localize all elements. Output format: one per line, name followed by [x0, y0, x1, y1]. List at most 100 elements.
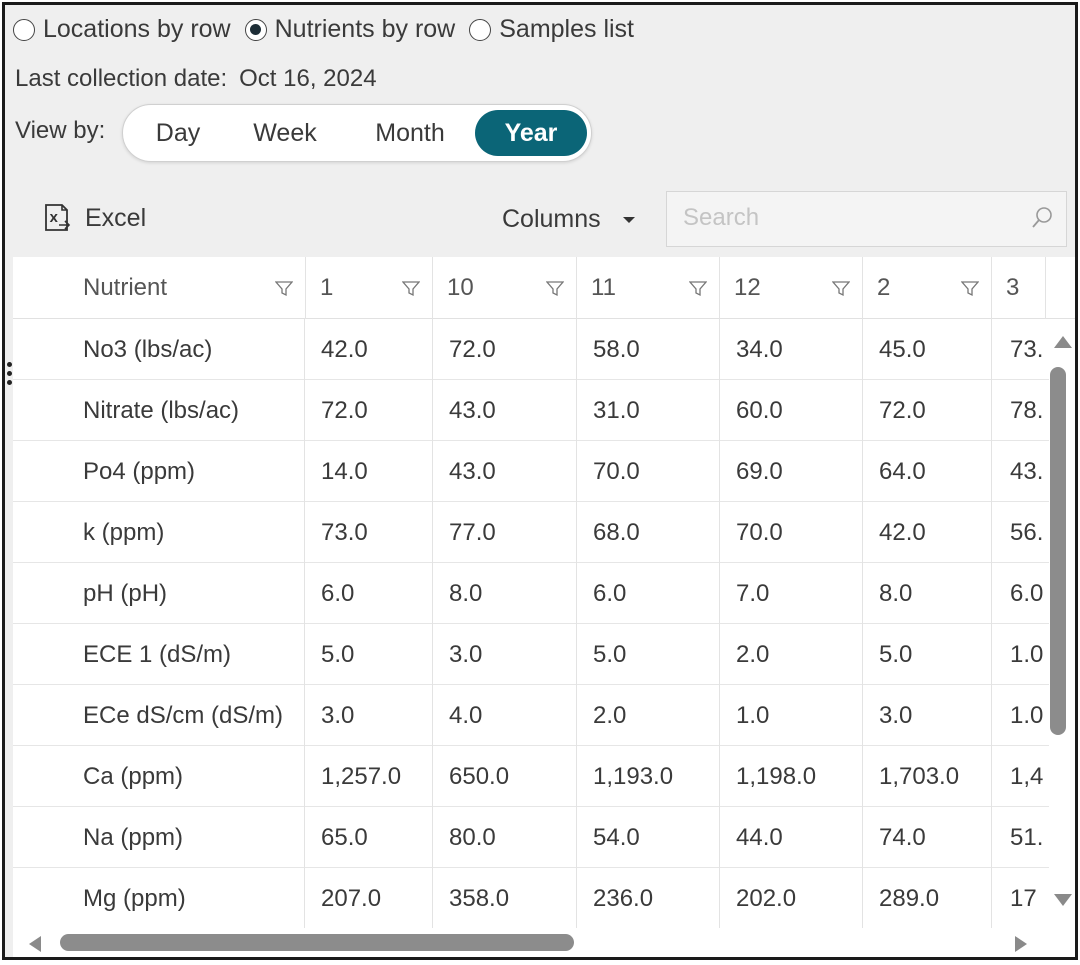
value-cell: 236.0: [577, 868, 720, 929]
radio-label: Nutrients by row: [274, 15, 456, 43]
vertical-scrollbar[interactable]: [1049, 332, 1075, 910]
value-cell: 5.0: [577, 624, 720, 685]
table-row[interactable]: Ca (ppm) 1,257.0 650.0 1,193.0 1,198.0 1,703.…: [13, 746, 1053, 807]
value-cell: 43.0: [433, 441, 577, 502]
row-selector-cell[interactable]: [13, 319, 69, 380]
scroll-down-icon[interactable]: [1054, 894, 1072, 906]
filter-icon[interactable]: [961, 281, 979, 297]
radio-nutrients-by-row[interactable]: Nutrients by row: [244, 15, 456, 44]
row-selector-cell[interactable]: [13, 807, 69, 868]
search-input[interactable]: [667, 192, 1007, 244]
table-row[interactable]: No3 (lbs/ac) 42.0 72.0 58.0 34.0 45.0 73.: [13, 319, 1053, 380]
column-header-3[interactable]: 3: [992, 257, 1046, 319]
view-by-day-button[interactable]: Day: [133, 110, 223, 156]
value-cell: 1.0: [1010, 702, 1044, 729]
value-cell: 6.0: [305, 563, 433, 624]
value-cell: 70.0: [720, 502, 863, 563]
filter-icon[interactable]: [546, 281, 564, 297]
value-cell: 5.0: [305, 624, 433, 685]
filter-icon[interactable]: [689, 281, 707, 297]
column-header-label: 10: [447, 274, 474, 301]
last-collection-value: Oct 16, 2024: [239, 65, 377, 92]
value-cell: 202.0: [720, 868, 863, 929]
view-by-year-button[interactable]: Year: [475, 110, 587, 156]
value-cell: 14.0: [305, 441, 433, 502]
view-mode-radio-group: Locations by row Nutrients by row Sample…: [13, 15, 648, 44]
radio-label: Samples list: [499, 15, 634, 43]
scroll-right-icon[interactable]: [1015, 936, 1027, 952]
value-cell: 58.0: [577, 319, 720, 380]
value-cell: 4.0: [433, 685, 577, 746]
column-header-label: 2: [877, 274, 891, 301]
row-selector-cell[interactable]: [13, 868, 69, 929]
radio-label: Locations by row: [43, 15, 231, 43]
value-cell: 6.0: [577, 563, 720, 624]
table-row[interactable]: pH (pH) 6.0 8.0 6.0 7.0 8.0 6.0: [13, 563, 1053, 624]
search-box: [666, 191, 1067, 247]
value-cell: 43.0: [433, 380, 577, 441]
value-cell: 3.0: [863, 685, 992, 746]
nutrient-name-cell: Mg (ppm): [69, 868, 305, 929]
search-icon[interactable]: [1030, 206, 1054, 230]
filter-icon[interactable]: [402, 281, 420, 297]
value-cell: 650.0: [433, 746, 577, 807]
value-cell: 31.0: [577, 380, 720, 441]
row-selector-cell[interactable]: [13, 380, 69, 441]
vertical-scroll-thumb[interactable]: [1050, 367, 1066, 735]
filter-icon[interactable]: [832, 281, 850, 297]
column-header-label: 3: [1006, 274, 1020, 301]
scroll-left-icon[interactable]: [29, 936, 41, 952]
radio-samples-list[interactable]: Samples list: [469, 15, 634, 44]
row-selector-cell[interactable]: [13, 685, 69, 746]
column-header-2[interactable]: 2: [863, 257, 992, 319]
radio-locations-by-row[interactable]: Locations by row: [13, 15, 231, 44]
column-header-nutrient[interactable]: Nutrient: [69, 257, 305, 319]
column-header-10[interactable]: 10: [433, 257, 577, 319]
nutrient-name-cell: No3 (lbs/ac): [69, 319, 305, 380]
radio-button[interactable]: [469, 18, 492, 41]
radio-button[interactable]: [13, 18, 35, 41]
row-selector-header: [13, 257, 69, 319]
value-cell: 80.0: [433, 807, 577, 868]
column-header-1[interactable]: 1: [305, 257, 433, 319]
table-row[interactable]: ECE 1 (dS/m) 5.0 3.0 5.0 2.0 5.0 1.0: [13, 624, 1053, 685]
value-cell: 73.: [1010, 336, 1044, 363]
table-row[interactable]: Na (ppm) 65.0 80.0 54.0 44.0 74.0 51.: [13, 807, 1053, 868]
value-cell: 3.0: [305, 685, 433, 746]
row-selector-cell[interactable]: [13, 502, 69, 563]
value-cell: 72.0: [863, 380, 992, 441]
excel-label: Excel: [85, 203, 147, 232]
column-header-12[interactable]: 12: [720, 257, 863, 319]
table-row[interactable]: ECe dS/cm (dS/m) 3.0 4.0 2.0 1.0 3.0 1.0: [13, 685, 1053, 746]
value-cell: 8.0: [433, 563, 577, 624]
value-cell: 1,4: [1010, 763, 1044, 790]
value-cell: 74.0: [863, 807, 992, 868]
value-cell: 1.0: [1010, 641, 1044, 668]
scroll-up-icon[interactable]: [1054, 336, 1072, 348]
horizontal-scroll-thumb[interactable]: [60, 934, 574, 951]
table-row[interactable]: Mg (ppm) 207.0 358.0 236.0 202.0 289.0 17: [13, 868, 1053, 929]
radio-button-selected[interactable]: [244, 18, 267, 41]
value-cell: 17: [1010, 885, 1037, 912]
nutrient-name-cell: Ca (ppm): [69, 746, 305, 807]
columns-dropdown[interactable]: Columns: [502, 205, 635, 234]
resize-handle-icon[interactable]: [7, 362, 13, 389]
excel-export-button[interactable]: X Excel: [43, 203, 146, 233]
row-selector-cell[interactable]: [13, 746, 69, 807]
value-cell: 2.0: [577, 685, 720, 746]
table-row[interactable]: Po4 (ppm) 14.0 43.0 70.0 69.0 64.0 43.: [13, 441, 1053, 502]
horizontal-scrollbar[interactable]: [13, 928, 1075, 957]
filter-icon[interactable]: [275, 281, 293, 297]
row-selector-cell[interactable]: [13, 624, 69, 685]
value-cell: 8.0: [863, 563, 992, 624]
value-cell: 72.0: [433, 319, 577, 380]
view-by-month-button[interactable]: Month: [355, 110, 465, 156]
row-selector-cell[interactable]: [13, 441, 69, 502]
row-selector-cell[interactable]: [13, 563, 69, 624]
column-header-11[interactable]: 11: [577, 257, 720, 319]
value-cell: 60.0: [720, 380, 863, 441]
view-by-week-button[interactable]: Week: [235, 110, 335, 156]
table-row[interactable]: Nitrate (lbs/ac) 72.0 43.0 31.0 60.0 72.0 78.: [13, 380, 1053, 441]
value-cell: 1,193.0: [577, 746, 720, 807]
table-row[interactable]: k (ppm) 73.0 77.0 68.0 70.0 42.0 56.: [13, 502, 1053, 563]
